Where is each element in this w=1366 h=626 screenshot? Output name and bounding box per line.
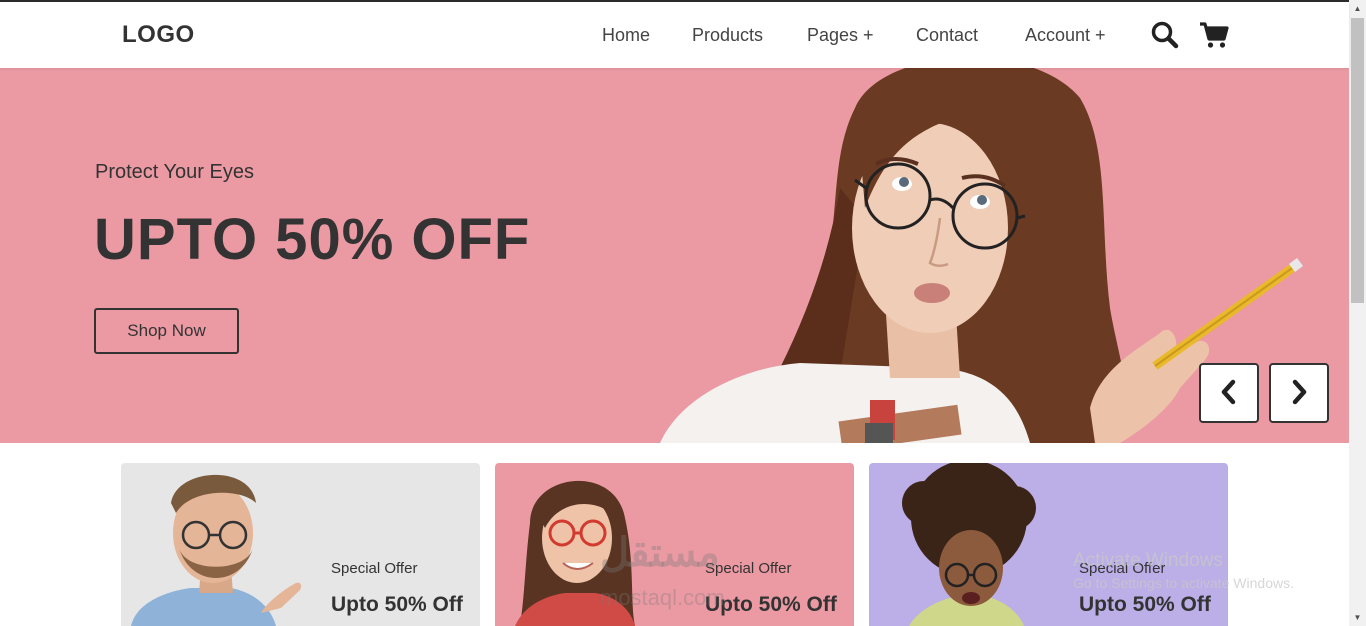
curly-hair-woman-image [902, 463, 1036, 626]
card-subtitle: Special Offer [705, 560, 792, 577]
scroll-down-icon[interactable]: ▼ [1349, 609, 1366, 626]
nav-link-products[interactable]: Products [692, 25, 763, 46]
man-with-glasses-image [131, 474, 302, 626]
logo[interactable]: LOGO [122, 21, 195, 49]
hero-subtitle: Protect Your Eyes [95, 161, 254, 183]
offer-card-men[interactable]: Special Offer Upto 50% Off [121, 463, 480, 626]
scrollbar-thumb[interactable] [1351, 18, 1364, 303]
nav-link-account[interactable]: Account + [1025, 25, 1106, 46]
card-title: Upto 50% Off [331, 593, 463, 616]
chevron-left-icon [1218, 379, 1240, 408]
woman-with-glasses-image [515, 480, 635, 626]
navbar: LOGO Home Products Pages + Contact Accou… [0, 2, 1349, 68]
nav-link-contact[interactable]: Contact [916, 25, 978, 46]
card-title: Upto 50% Off [705, 593, 837, 616]
nav-link-home[interactable]: Home [602, 25, 650, 46]
scroll-up-icon[interactable]: ▲ [1349, 0, 1366, 17]
card-title: Upto 50% Off [1079, 593, 1211, 616]
offer-card-kids[interactable]: Special Offer Upto 50% Off [869, 463, 1228, 626]
carousel-next-button[interactable] [1269, 363, 1329, 423]
offer-card-women[interactable]: Special Offer Upto 50% Off [495, 463, 854, 626]
card-subtitle: Special Offer [1079, 560, 1166, 577]
cart-icon[interactable] [1199, 20, 1229, 50]
hero-title: UPTO 50% OFF [94, 207, 531, 272]
shop-now-button[interactable]: Shop Now [94, 308, 239, 354]
nav-link-pages[interactable]: Pages + [807, 25, 874, 46]
card-subtitle: Special Offer [331, 560, 418, 577]
chevron-right-icon [1288, 379, 1310, 408]
search-icon[interactable] [1150, 20, 1180, 50]
hero-banner: Protect Your Eyes UPTO 50% OFF Shop Now [0, 68, 1349, 443]
carousel-prev-button[interactable] [1199, 363, 1259, 423]
